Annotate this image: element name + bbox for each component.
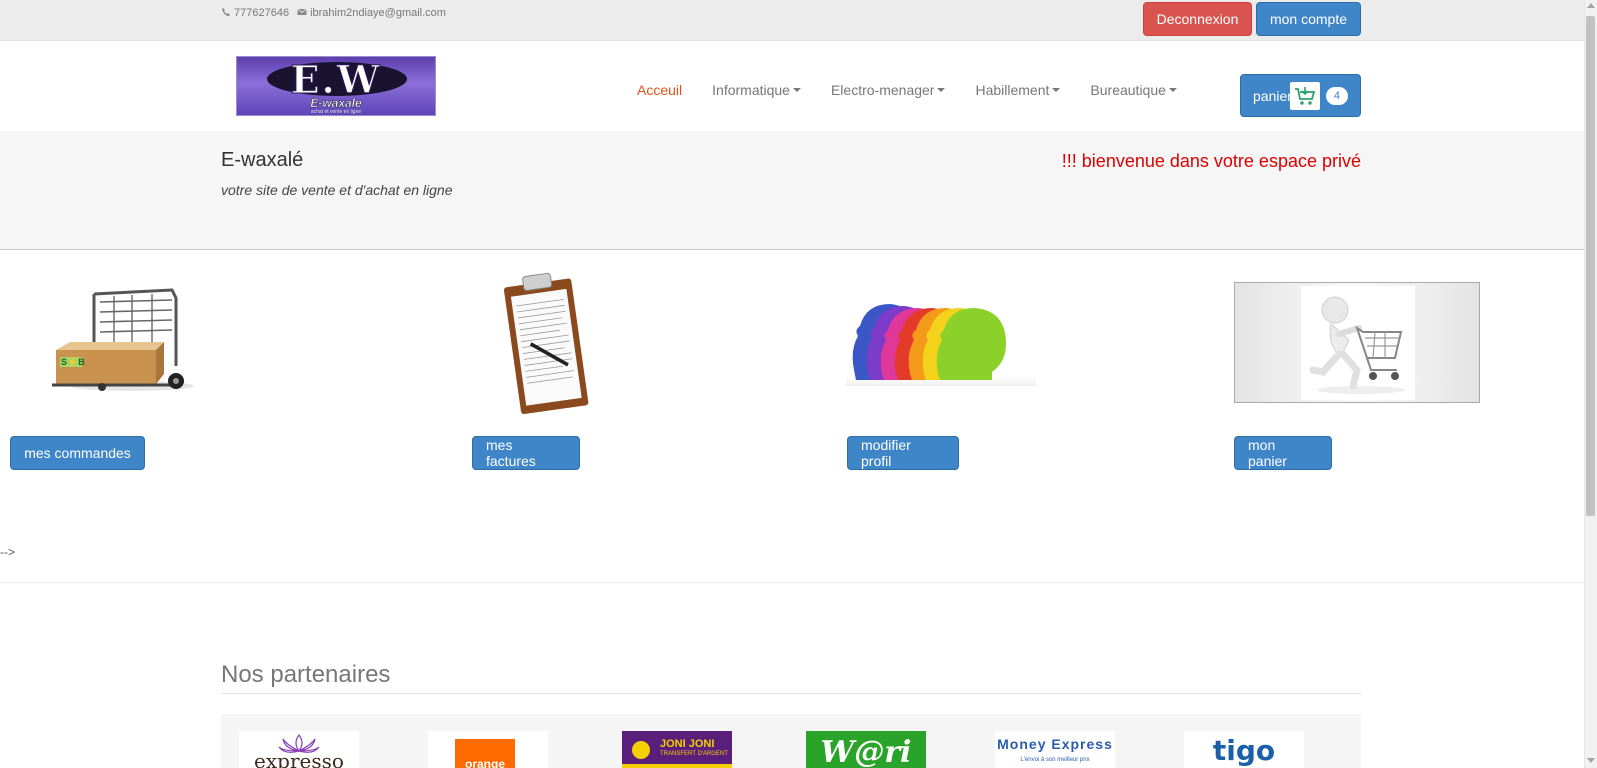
partner-logo-orange[interactable]: orange [428,731,548,768]
caret-down-icon [937,88,946,92]
welcome-message: !!! bienvenue dans votre espace privé [1061,151,1361,171]
logout-button[interactable]: Deconnexion [1143,2,1252,36]
logo-name: E-waxale [310,96,362,110]
caret-down-icon [1168,88,1177,92]
top-bar: 777627646 ibrahim2ndiaye@gmail.com Decon… [0,0,1584,41]
stray-html-comment-text: --> [0,545,15,559]
my-orders-button[interactable]: mes commandes [10,436,145,470]
email-item: ibrahim2ndiaye@gmail.com [297,7,446,19]
email-address: ibrahim2ndiaye@gmail.com [310,7,446,19]
cart-icon [1289,81,1320,110]
partner-logo-expresso[interactable]: expresso [239,731,359,768]
contact-info: 777627646 ibrahim2ndiaye@gmail.com [221,7,446,19]
partners-divider [221,693,1361,694]
money-express-subtitle: L'envoi à son meilleur prix [1020,757,1090,763]
cart-person-image [1234,282,1480,403]
section-divider [0,582,1584,583]
cart-count-badge: 4 [1325,86,1348,105]
hand-truck-image: S⚡B [52,288,194,391]
navbar: E.W E-waxale achat et vente en ligne Acc… [0,41,1584,131]
nav-label: Electro-menager [830,82,935,98]
partner-name-expresso: expresso [254,749,344,768]
joni-subtitle: TRANSFERT D'ARGENT [660,751,728,757]
my-invoices-button[interactable]: mes factures [472,436,580,470]
nav-item-electro-menager[interactable]: Electro-menager [816,82,961,98]
cart-label: panier [1253,87,1292,104]
partner-name-tigo: tigo [1212,734,1276,767]
envelope-icon [297,8,307,15]
scroll-up-arrow-icon[interactable] [1587,3,1595,8]
site-tagline: votre site de vente et d'achat en ligne [221,182,453,198]
cart-button[interactable]: panier 4 [1240,74,1361,117]
nav-label: Acceuil [637,82,683,98]
scroll-down-arrow-icon[interactable] [1587,758,1595,763]
phone-number: 777627646 [234,7,290,19]
nav-item-habillement[interactable]: Habillement [960,82,1075,98]
svg-text:S⚡B: S⚡B [61,356,85,368]
colorful-heads-image [846,304,1036,386]
site-logo[interactable]: E.W E-waxale achat et vente en ligne [236,56,436,116]
partner-logo-money-express[interactable]: Money Express L'envoi à son meilleur pri… [995,731,1115,768]
nav-item-bureautique[interactable]: Bureautique [1075,82,1192,98]
partners-heading: Nos partenaires [221,661,391,688]
scrollbar-thumb[interactable] [1586,16,1595,516]
account-button[interactable]: mon compte [1256,2,1361,36]
nav-label: Bureautique [1090,82,1166,98]
page: 777627646 ibrahim2ndiaye@gmail.com Decon… [0,0,1597,768]
partner-logo-wari[interactable]: W@ri [806,731,926,768]
cart-person-figure [1301,286,1415,400]
main-nav: Acceuil Informatique Electro-menager Hab… [622,82,1192,98]
partner-logo-tigo[interactable]: tigo [1184,731,1304,768]
joni-band [622,764,732,768]
partner-name-joni: JONI JONI [660,738,715,750]
nav-label: Habillement [975,82,1050,98]
caret-down-icon [792,88,801,92]
partner-name-money-express: Money Express [997,736,1113,752]
nav-label: Informatique [712,82,790,98]
phone-item: 777627646 [221,7,289,19]
site-title: E-waxalé [221,149,304,171]
phone-icon [222,8,230,16]
joni-sun-icon [632,741,650,759]
nav-item-informatique[interactable]: Informatique [697,82,816,98]
partner-name-orange: orange [464,757,505,768]
nav-item-acceuil[interactable]: Acceuil [622,82,697,98]
logo-tagline: achat et vente en ligne [310,109,362,115]
my-cart-button[interactable]: mon panier [1234,436,1332,470]
partner-name-wari: W@ri [820,735,912,768]
edit-profile-button[interactable]: modifier profil [847,436,959,470]
header-banner: E-waxalé votre site de vente et d'achat … [0,131,1584,250]
clipboard-image [503,272,589,414]
caret-down-icon [1052,88,1061,92]
partner-logo-joni-joni[interactable]: JONI JONI TRANSFERT D'ARGENT [622,731,732,768]
